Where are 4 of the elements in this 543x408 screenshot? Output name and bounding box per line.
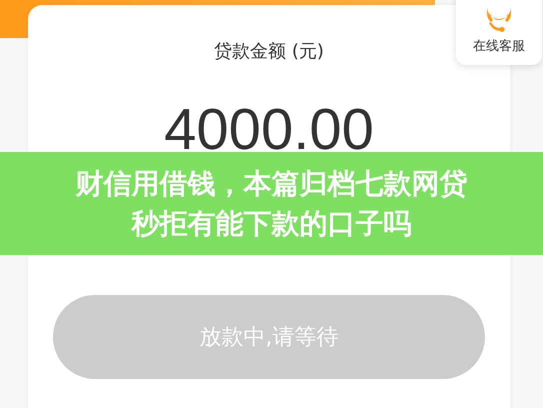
loan-amount-label: 贷款金额 (元) [214, 40, 324, 64]
customer-service-button[interactable]: 在线客服 [456, 0, 542, 65]
banner-title: 财信用借钱，本篇归档七款网贷秒拒有能下款的口子吗 [74, 166, 468, 242]
loan-amount: 4000.00 [164, 96, 374, 164]
